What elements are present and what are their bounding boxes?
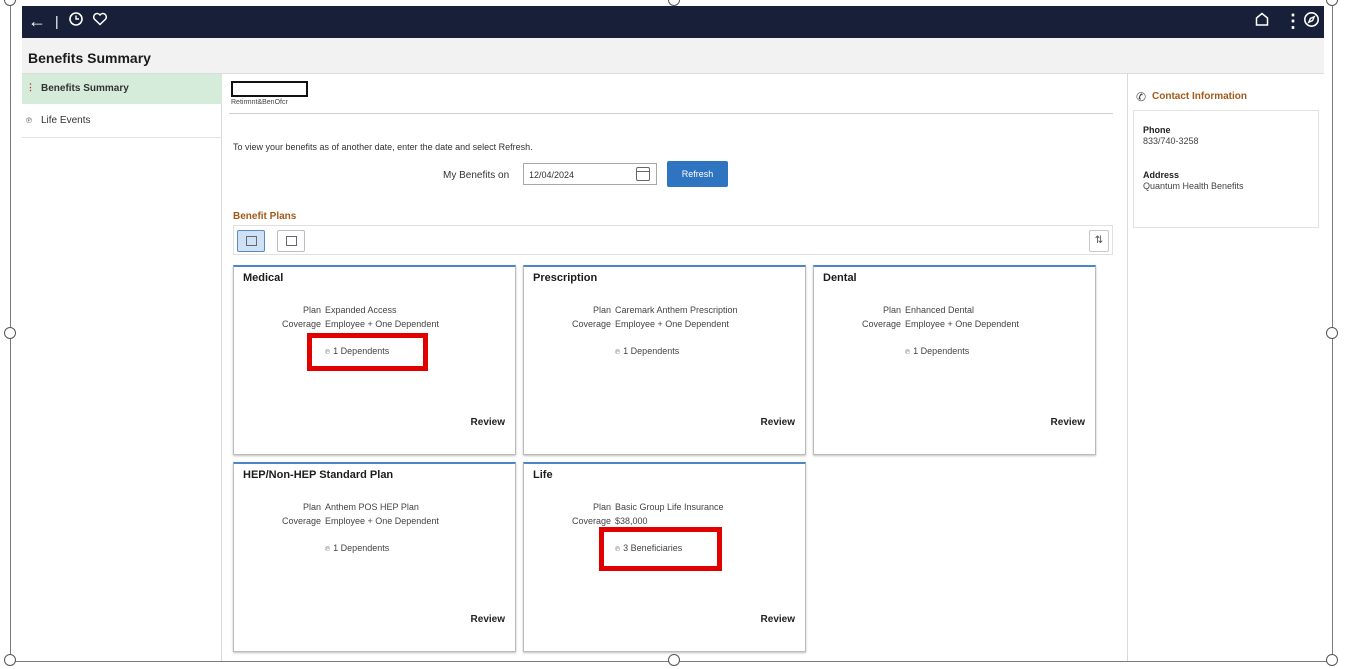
card-view-button[interactable] xyxy=(237,230,265,252)
coverage-label: Coverage xyxy=(571,516,611,526)
address-label: Address xyxy=(1143,170,1180,180)
kebab-menu-icon[interactable]: ⋮ xyxy=(1284,11,1302,31)
main-content: Retirmnt&BenOfcr To view your benefits a… xyxy=(223,74,1127,661)
coverage-label: Coverage xyxy=(861,319,901,329)
top-navigation-bar: ← | ⋮ xyxy=(22,6,1324,38)
plan-label: Plan xyxy=(302,305,321,315)
card-title: Medical xyxy=(243,272,284,284)
sidebar-item-label: Life Events xyxy=(41,115,91,126)
plan-value: Anthem POS HEP Plan xyxy=(325,502,419,512)
arrow-left-icon[interactable]: ← xyxy=(28,11,46,31)
sort-button[interactable]: ⇅ xyxy=(1089,230,1109,252)
coverage-label: Coverage xyxy=(571,319,611,329)
dependents-link[interactable]: ℗ 1 Dependents xyxy=(905,346,969,356)
plan-value: Caremark Anthem Prescription xyxy=(615,305,738,315)
sort-icon: ⇅ xyxy=(1094,235,1104,246)
plan-label: Plan xyxy=(592,305,611,315)
benefit-plans-heading: Benefit Plans xyxy=(233,211,297,222)
divider xyxy=(229,113,1113,114)
review-link[interactable]: Review xyxy=(1051,417,1085,428)
compass-icon[interactable] xyxy=(1303,11,1320,32)
phone-value: 833/740-3258 xyxy=(1143,136,1199,146)
dependents-link[interactable]: ℗ 1 Dependents xyxy=(615,346,679,356)
dependents-link[interactable]: ℗ 1 Dependents xyxy=(325,543,389,553)
coverage-value: Employee + One Dependent xyxy=(905,319,1019,329)
resize-handle[interactable] xyxy=(4,654,16,666)
review-link[interactable]: Review xyxy=(471,614,505,625)
coverage-value: Employee + One Dependent xyxy=(325,319,439,329)
card-title: Prescription xyxy=(533,272,598,284)
employee-department: Retirmnt&BenOfcr xyxy=(231,99,288,106)
review-link[interactable]: Review xyxy=(761,614,795,625)
card-title: HEP/Non-HEP Standard Plan xyxy=(243,469,394,481)
phone-label: Phone xyxy=(1143,125,1171,135)
resize-handle[interactable] xyxy=(1326,0,1338,6)
address-value: Quantum Health Benefits xyxy=(1143,181,1244,191)
plan-value: Expanded Access xyxy=(325,305,397,315)
calendar-icon[interactable] xyxy=(636,167,650,181)
view-toolbar: ⇅ xyxy=(233,225,1113,255)
refresh-button[interactable]: Refresh xyxy=(667,161,728,187)
resize-handle[interactable] xyxy=(1326,654,1338,666)
highlight-box xyxy=(307,333,428,371)
card-view-icon xyxy=(246,236,257,246)
contact-title: Contact Information xyxy=(1152,91,1247,102)
contact-info-box: Phone 833/740-3258 Address Quantum Healt… xyxy=(1133,110,1319,228)
separator: | xyxy=(55,13,59,29)
card-title: Dental xyxy=(823,272,857,284)
family-icon: ℗ xyxy=(905,349,911,356)
plan-label: Plan xyxy=(302,502,321,512)
review-link[interactable]: Review xyxy=(761,417,795,428)
family-icon: ℗ xyxy=(26,116,32,125)
plan-label: Plan xyxy=(882,305,901,315)
coverage-value: Employee + One Dependent xyxy=(325,516,439,526)
highlight-box xyxy=(599,527,722,571)
review-link[interactable]: Review xyxy=(471,417,505,428)
sidebar-item-label: Benefits Summary xyxy=(41,83,129,94)
benefit-card-hep[interactable]: HEP/Non-HEP Standard Plan Plan Anthem PO… xyxy=(233,462,516,652)
grid-view-icon xyxy=(286,236,297,246)
resize-handle[interactable] xyxy=(1326,327,1338,339)
plan-value: Enhanced Dental xyxy=(905,305,975,315)
benefits-icon: ⋮ xyxy=(26,82,35,92)
divider xyxy=(22,137,222,138)
dependents-link-label: 1 Dependents xyxy=(333,543,390,553)
benefits-date-input[interactable]: 12/04/2024 xyxy=(523,163,657,185)
instructions-text: To view your benefits as of another date… xyxy=(233,142,533,152)
resize-handle[interactable] xyxy=(4,0,16,6)
page-title: Benefits Summary xyxy=(28,50,151,66)
contact-panel: ✆ Contact Information Phone 833/740-3258… xyxy=(1127,74,1324,661)
benefit-card-dental[interactable]: Dental Plan Enhanced Dental Coverage Emp… xyxy=(813,265,1096,455)
grid-view-button[interactable] xyxy=(277,230,305,252)
home-icon[interactable] xyxy=(1254,11,1270,31)
dependents-link-label: 1 Dependents xyxy=(913,346,970,356)
sidebar-item-life-events[interactable]: ℗ Life Events xyxy=(22,106,222,136)
benefit-card-prescription[interactable]: Prescription Plan Caremark Anthem Prescr… xyxy=(523,265,806,455)
coverage-label: Coverage xyxy=(281,319,321,329)
family-icon: ℗ xyxy=(615,349,621,356)
plan-value: Basic Group Life Insurance xyxy=(615,502,724,512)
date-value: 12/04/2024 xyxy=(529,170,575,180)
heart-icon[interactable] xyxy=(92,11,108,31)
plan-label: Plan xyxy=(592,502,611,512)
phone-icon: ✆ xyxy=(1136,90,1147,104)
sidebar-item-benefits-summary[interactable]: ⋮ Benefits Summary xyxy=(22,74,222,104)
left-navigation: ⋮ Benefits Summary ℗ Life Events xyxy=(22,74,222,661)
coverage-value: Employee + One Dependent xyxy=(615,319,729,329)
resize-handle[interactable] xyxy=(4,327,16,339)
coverage-value: $38,000 xyxy=(615,516,648,526)
dependents-link-label: 1 Dependents xyxy=(623,346,680,356)
date-label: My Benefits on xyxy=(443,170,510,181)
employee-name-redacted xyxy=(231,81,308,97)
coverage-label: Coverage xyxy=(281,516,321,526)
card-title: Life xyxy=(533,469,553,481)
family-icon: ℗ xyxy=(325,546,331,553)
page-title-bar: Benefits Summary xyxy=(22,38,1324,74)
clock-icon[interactable] xyxy=(68,11,84,31)
